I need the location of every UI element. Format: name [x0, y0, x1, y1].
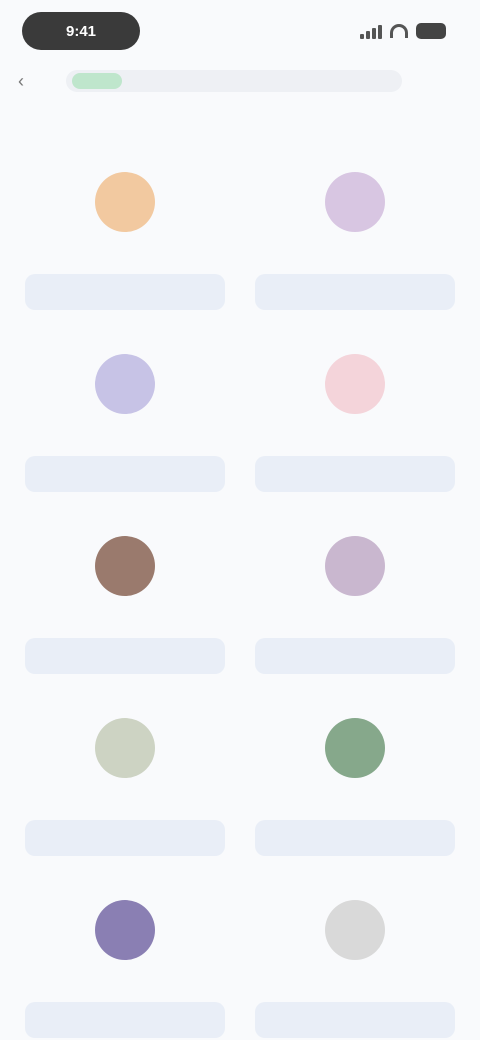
wifi-icon	[390, 24, 408, 38]
card-action-button[interactable]	[255, 456, 455, 492]
grid-card[interactable]	[20, 892, 230, 1038]
status-bar: 9:41	[0, 0, 480, 64]
battery-icon	[416, 23, 446, 39]
avatar	[325, 354, 385, 414]
card-action-button[interactable]	[255, 638, 455, 674]
grid-card[interactable]	[20, 346, 230, 492]
grid-card[interactable]	[20, 528, 230, 674]
avatar	[325, 718, 385, 778]
avatar	[95, 354, 155, 414]
avatar	[95, 172, 155, 232]
lock-icon	[72, 73, 122, 89]
card-name	[250, 608, 460, 626]
grid-card[interactable]	[250, 892, 460, 1038]
grid-card[interactable]	[250, 346, 460, 492]
signal-icon	[360, 23, 382, 39]
card-name	[250, 790, 460, 808]
card-action-button[interactable]	[25, 820, 225, 856]
avatar	[95, 900, 155, 960]
card-name	[20, 426, 230, 444]
card-name	[20, 972, 230, 990]
avatar	[325, 536, 385, 596]
card-action-button[interactable]	[25, 1002, 225, 1038]
card-action-button[interactable]	[25, 456, 225, 492]
grid-card[interactable]	[250, 528, 460, 674]
card-name	[250, 244, 460, 262]
avatar	[95, 536, 155, 596]
card-name	[250, 426, 460, 444]
grid-card[interactable]	[250, 710, 460, 856]
page-title	[0, 114, 480, 144]
status-time: 9:41	[22, 12, 140, 50]
avatar	[95, 718, 155, 778]
avatar	[325, 172, 385, 232]
avatar	[325, 900, 385, 960]
card-action-button[interactable]	[255, 1002, 455, 1038]
browser-nav: ‹	[0, 64, 480, 98]
card-action-button[interactable]	[25, 274, 225, 310]
grid-card[interactable]	[20, 164, 230, 310]
card-action-button[interactable]	[255, 820, 455, 856]
chevron-left-icon[interactable]: ‹	[18, 72, 36, 90]
grid-card[interactable]	[20, 710, 230, 856]
card-action-button[interactable]	[255, 274, 455, 310]
card-name	[20, 244, 230, 262]
status-icons	[360, 20, 446, 42]
card-name	[250, 972, 460, 990]
card-name	[20, 790, 230, 808]
card-grid	[20, 164, 460, 1038]
grid-card[interactable]	[250, 164, 460, 310]
card-name	[20, 608, 230, 626]
card-action-button[interactable]	[25, 638, 225, 674]
address-bar[interactable]	[66, 70, 402, 92]
